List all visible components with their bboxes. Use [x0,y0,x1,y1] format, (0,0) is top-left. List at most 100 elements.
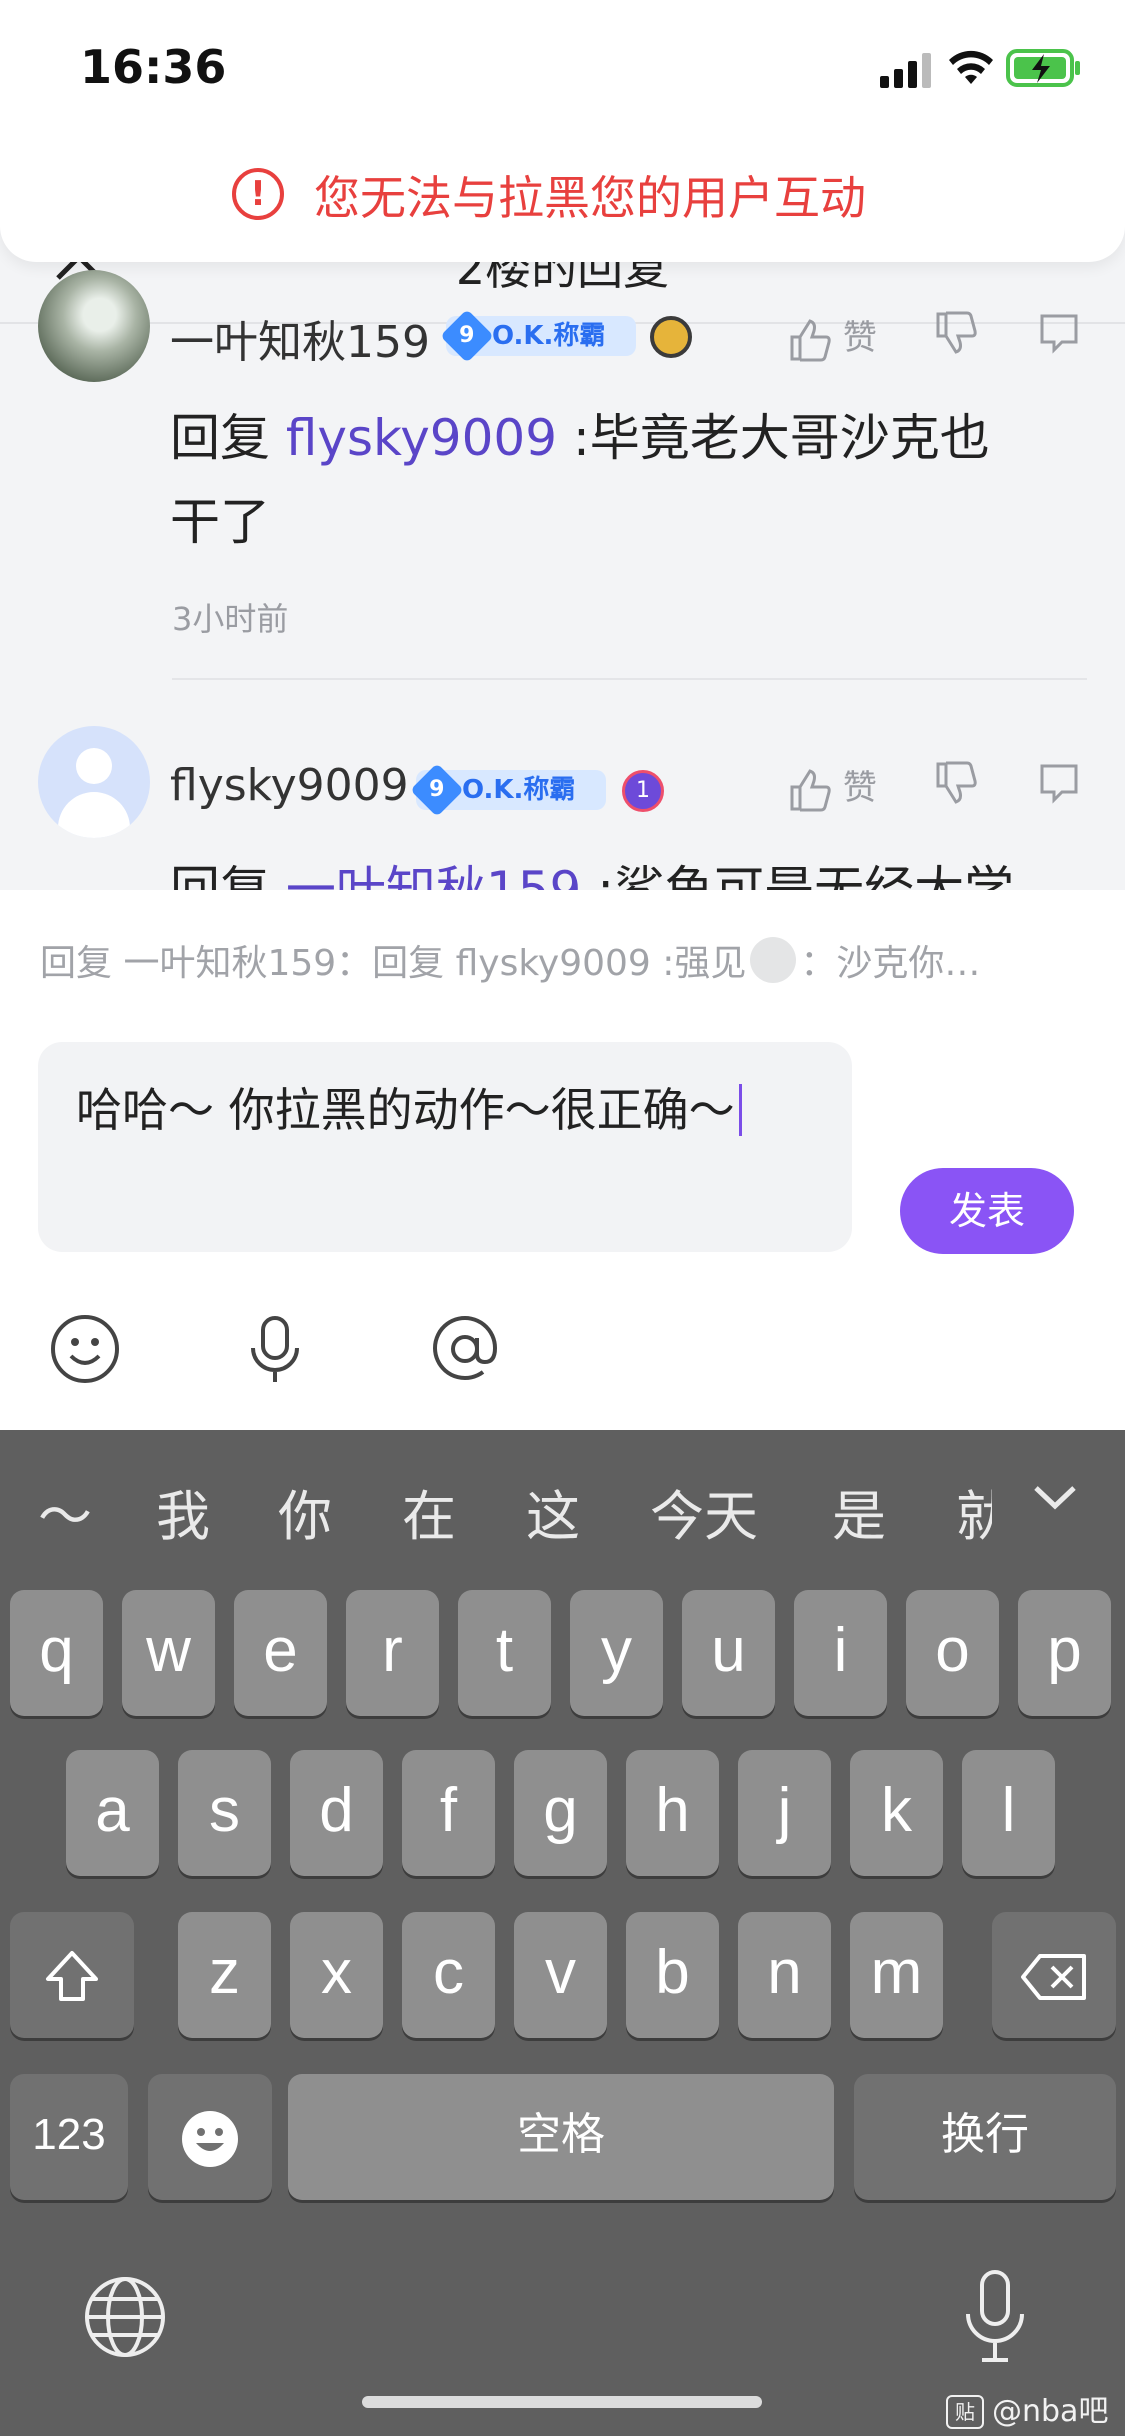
avatar[interactable] [38,726,150,838]
emoji-icon [182,2110,238,2167]
shift-key[interactable] [10,1912,134,2038]
emoji-button[interactable] [48,1312,122,1386]
space-key[interactable]: 空格 [288,2074,834,2200]
key-d[interactable]: d [290,1750,383,1876]
emoji-key[interactable] [148,2074,272,2200]
medal-icon: 1 [622,770,664,812]
mention-button[interactable] [428,1312,502,1386]
signal-icon [880,53,931,88]
key-g[interactable]: g [514,1750,607,1876]
alert-icon: ! [232,168,284,220]
key-y[interactable]: y [570,1590,663,1716]
key-z[interactable]: z [178,1912,271,2038]
candidate-word[interactable]: 就 [956,1472,992,1551]
key-x[interactable]: x [290,1912,383,2038]
key-f[interactable]: f [402,1750,495,1876]
toast-message: 您无法与拉黑您的用户互动 [314,171,866,225]
mention-link[interactable]: flysky9009 [286,409,557,467]
thumb-down-icon [936,311,977,354]
key-p[interactable]: p [1018,1590,1111,1716]
key-l[interactable]: l [962,1750,1055,1876]
candidate-word[interactable]: ～ [38,1472,92,1551]
like-button[interactable]: 赞 [786,760,877,813]
shift-icon [46,1950,98,2001]
candidate-word[interactable]: 这 [526,1472,580,1551]
key-w[interactable]: w [122,1590,215,1716]
thumb-up-icon [790,318,831,361]
key-h[interactable]: h [626,1750,719,1876]
key-n[interactable]: n [738,1912,831,2038]
key-m[interactable]: m [850,1912,943,2038]
candidate-word[interactable]: 你 [278,1472,332,1551]
key-v[interactable]: v [514,1912,607,2038]
level-badge: 9 O.K.称霸 [440,309,636,363]
key-a[interactable]: a [66,1750,159,1876]
status-time: 16:36 [80,40,227,94]
key-c[interactable]: c [402,1912,495,2038]
reply-button[interactable] [1036,310,1082,356]
key-r[interactable]: r [346,1590,439,1716]
globe-icon[interactable] [80,2272,170,2362]
reply-input-text[interactable]: 哈哈～ 你拉黑的动作～很正确～ [76,1074,742,1140]
watermark: 贴 @nba吧 [946,2386,1108,2430]
wifi-icon [949,50,993,84]
level-number: 9 [410,763,464,817]
username[interactable]: flysky9009 [170,760,409,811]
reply-input[interactable]: 哈哈～ 你拉黑的动作～很正确～ [38,1042,852,1252]
backspace-icon [1021,1953,1086,2000]
key-o[interactable]: o [906,1590,999,1716]
like-label: 赞 [842,318,877,358]
key-u[interactable]: u [682,1590,775,1716]
numbers-key[interactable]: 123 [10,2074,128,2200]
key-k[interactable]: k [850,1750,943,1876]
blocked-toast: ! 您无法与拉黑您的用户互动 [0,120,1125,262]
key-b[interactable]: b [626,1912,719,2038]
reply-button[interactable] [1036,760,1082,806]
like-label: 赞 [842,768,877,808]
key-q[interactable]: q [10,1590,103,1716]
level-number: 9 [440,309,494,363]
candidate-word[interactable]: 在 [402,1472,456,1551]
level-badge: 9 O.K.称霸 [410,763,606,817]
candidate-word[interactable]: 今天 [650,1472,758,1551]
dislike-button[interactable] [932,760,978,806]
like-button[interactable]: 赞 [786,310,877,363]
comment-time: 3小时前 [172,600,289,638]
badge-title: O.K.称霸 [492,321,606,351]
badge-title: O.K.称霸 [462,775,576,805]
comment-text: 回复 flysky9009 :毕竟老大哥沙克也 干了 [170,409,990,551]
dictation-mic-icon[interactable] [960,2268,1030,2368]
thumb-down-icon [936,761,977,804]
username[interactable]: 一叶知秋159 [170,306,430,370]
smiley-icon [51,1315,119,1383]
candidate-word[interactable]: 我 [156,1472,210,1551]
at-sign-icon [433,1316,498,1380]
send-button[interactable]: 发表 [900,1168,1074,1254]
backspace-key[interactable] [992,1912,1116,2038]
key-j[interactable]: j [738,1750,831,1876]
comment-text: 回复 一叶知秋159 :鲨鱼可是无经大学 [170,848,1014,890]
avatar[interactable] [38,270,150,382]
key-i[interactable]: i [794,1590,887,1716]
rice-emoji-icon [750,937,797,983]
thumb-up-icon [790,768,831,811]
battery-charging-icon [1006,49,1080,87]
voice-input-button[interactable] [238,1312,312,1386]
home-indicator[interactable] [362,2396,762,2408]
comment-icon [1040,314,1078,354]
mention-link[interactable]: 一叶知秋159 [286,861,581,890]
return-key[interactable]: 换行 [854,2074,1116,2200]
candidate-word[interactable]: 是 [832,1472,886,1551]
divider [172,678,1087,680]
reply-composer: 回复 一叶知秋159：回复 flysky9009 :强见 ：沙克你… 哈哈～ 你拉… [0,890,1125,1430]
key-s[interactable]: s [178,1750,271,1876]
text-caret [738,1084,742,1136]
chevron-down-icon[interactable] [1032,1482,1078,1512]
comment-icon [1040,764,1078,804]
dislike-button[interactable] [932,310,978,356]
status-bar: 16:36 [0,0,1125,140]
reply-target-hint: 回复 一叶知秋159：回复 flysky9009 :强见 ：沙克你… [40,934,980,986]
key-e[interactable]: e [234,1590,327,1716]
key-t[interactable]: t [458,1590,551,1716]
medal-icon [650,316,692,358]
